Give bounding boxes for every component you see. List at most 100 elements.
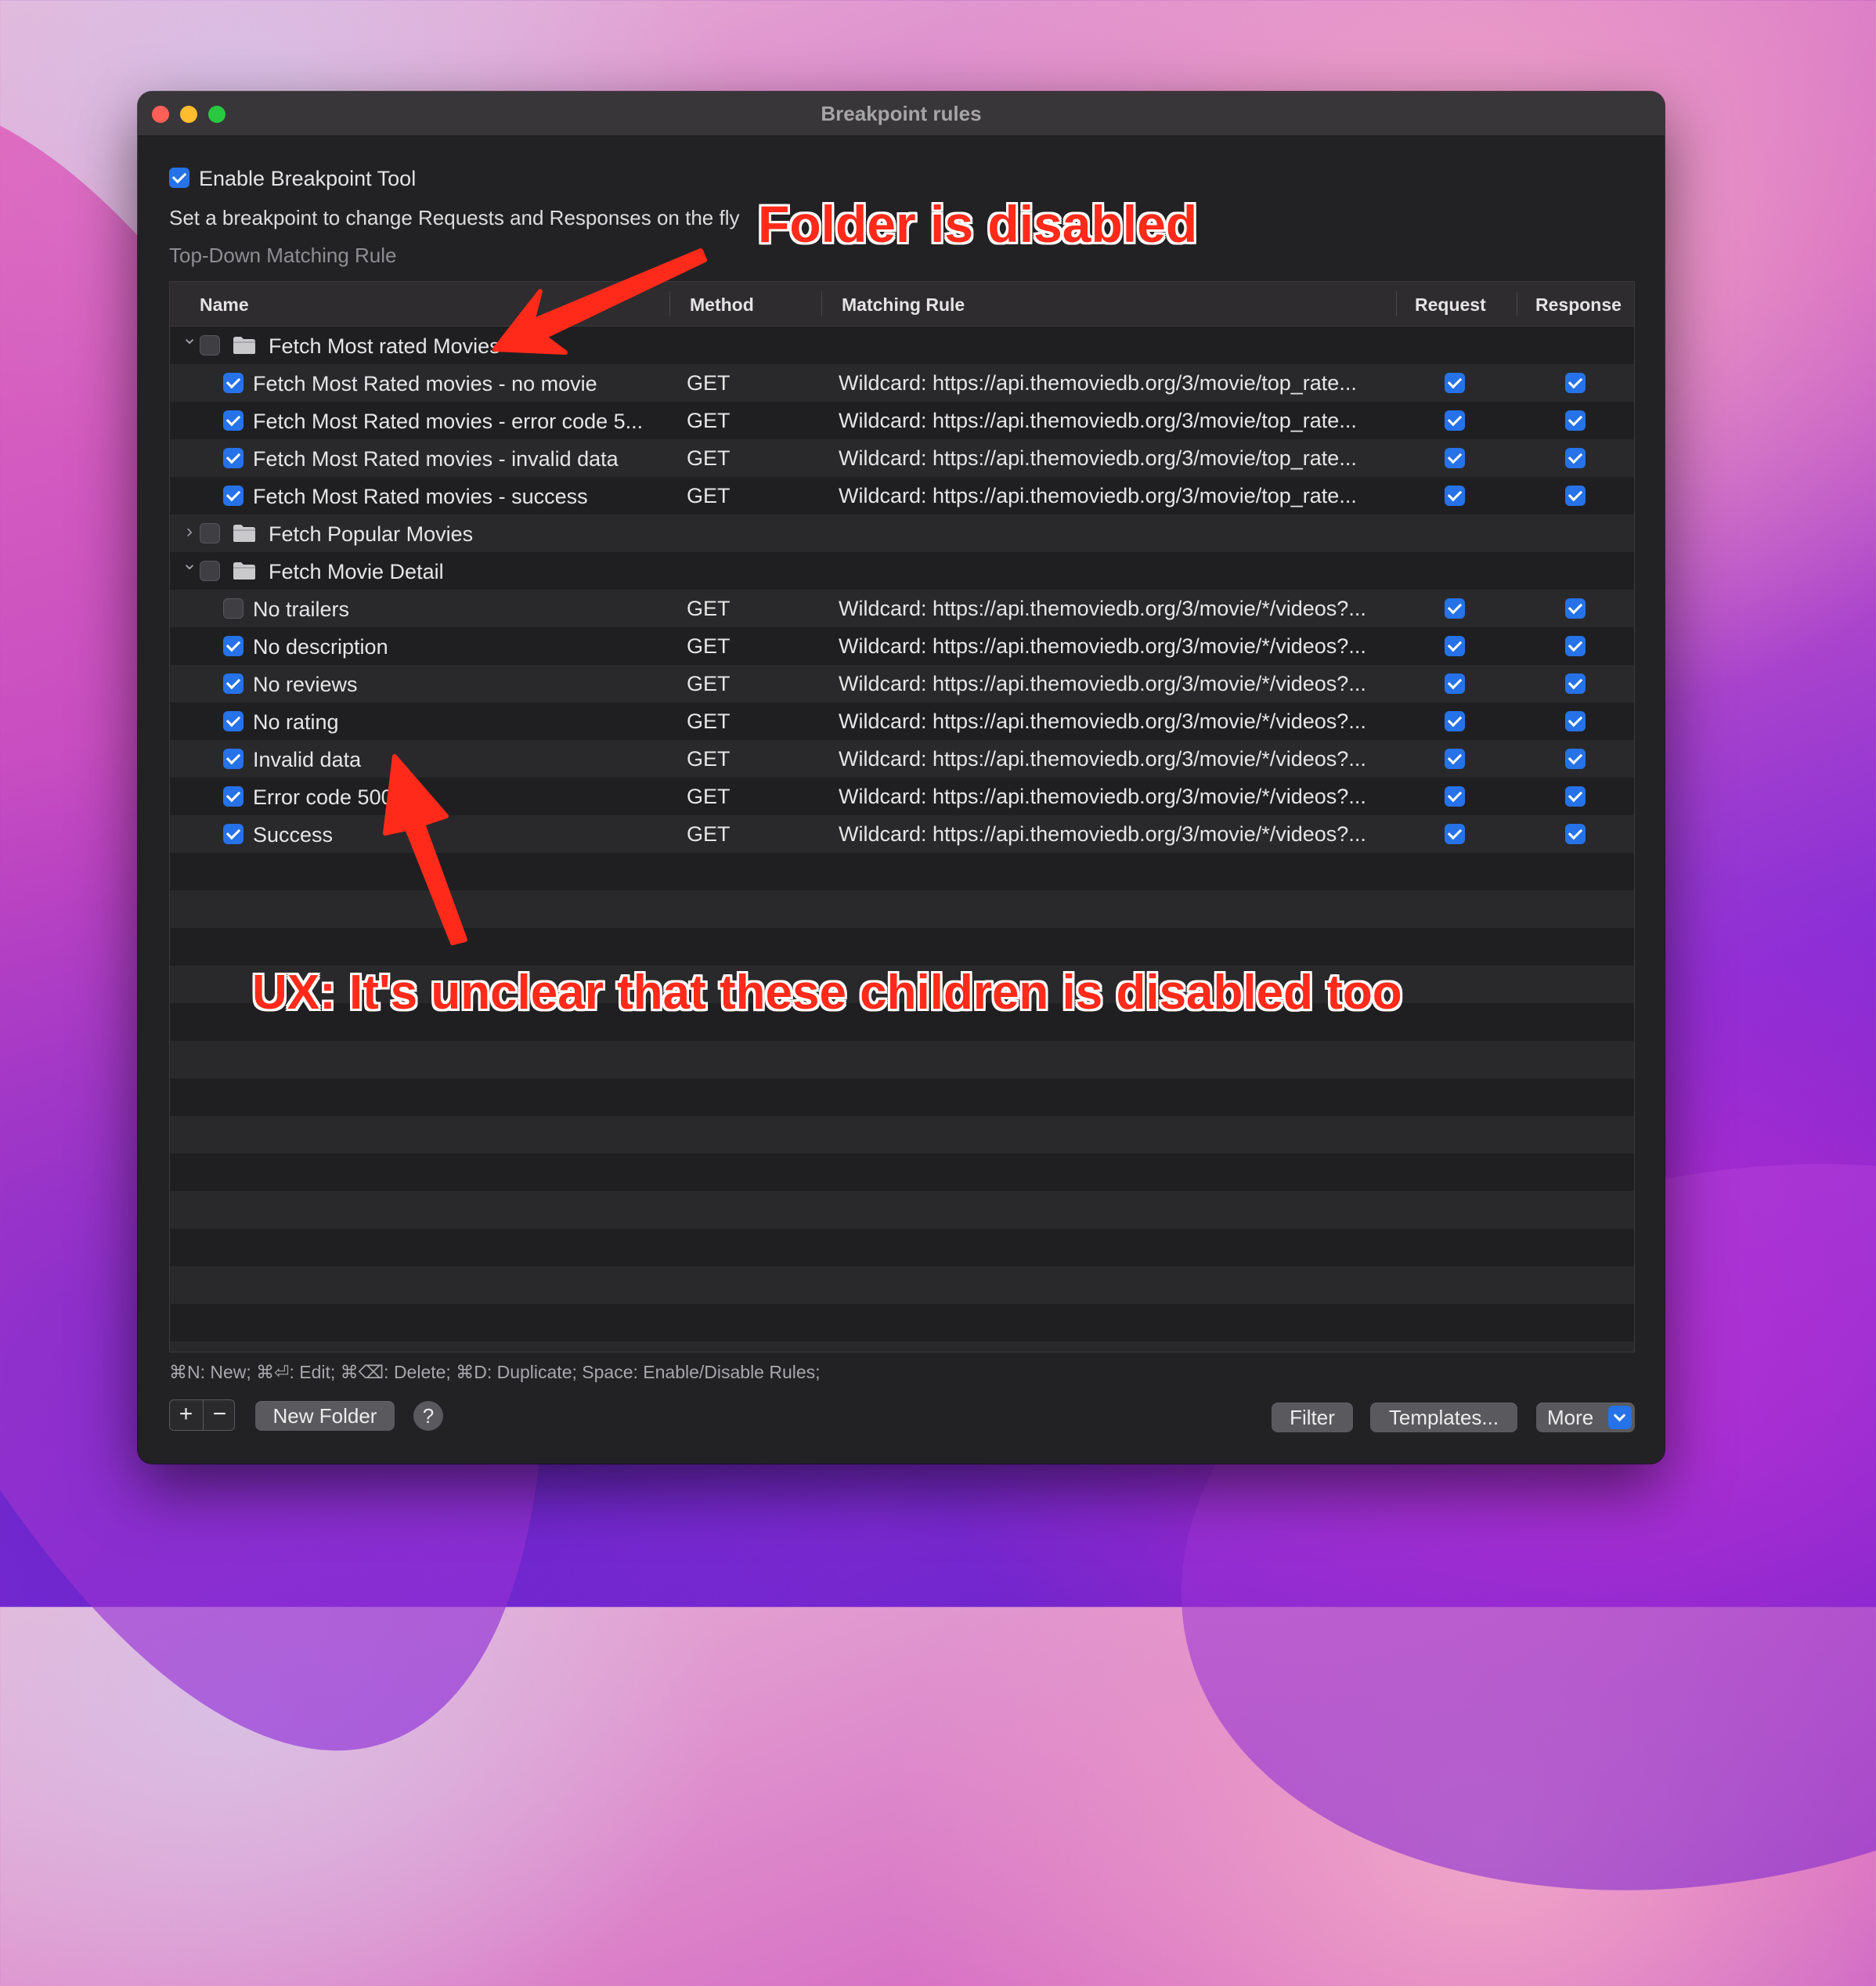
request-checkbox[interactable]: [1445, 749, 1465, 769]
request-checkbox[interactable]: [1445, 373, 1465, 393]
request-checkbox[interactable]: [1445, 410, 1465, 431]
folder-enable-checkbox[interactable]: [200, 335, 220, 356]
rule-enable-checkbox[interactable]: [223, 486, 244, 506]
rule-matching-pattern: Wildcard: https://api.themoviedb.org/3/m…: [839, 747, 1366, 771]
rule-name: Fetch Most Rated movies - no movie: [253, 372, 597, 395]
response-checkbox[interactable]: [1565, 824, 1586, 844]
rule-enable-checkbox[interactable]: [223, 636, 244, 656]
enable-breakpoint-label: Enable Breakpoint Tool: [199, 167, 417, 190]
response-checkbox[interactable]: [1565, 749, 1586, 769]
more-dropdown-button[interactable]: More: [1536, 1403, 1635, 1432]
rule-enable-checkbox[interactable]: [223, 824, 244, 844]
request-checkbox[interactable]: [1445, 598, 1465, 619]
folder-name: Fetch Movie Detail: [269, 560, 444, 583]
new-folder-button[interactable]: New Folder: [255, 1401, 395, 1431]
folder-row[interactable]: › Fetch Popular Movies: [170, 515, 1634, 552]
folder-enable-checkbox[interactable]: [200, 523, 220, 543]
table-row[interactable]: No description GET Wildcard: https://api.t…: [170, 627, 1634, 665]
request-checkbox[interactable]: [1445, 486, 1465, 506]
rule-name: No description: [253, 635, 388, 659]
rule-enable-checkbox[interactable]: [223, 711, 244, 731]
empty-row: [170, 1041, 1634, 1078]
response-checkbox[interactable]: [1565, 636, 1586, 656]
rule-method: GET: [687, 371, 731, 395]
column-divider[interactable]: [1396, 291, 1397, 316]
rule-method: GET: [687, 446, 731, 470]
table-row[interactable]: Fetch Most Rated movies - no movie GET Wil…: [170, 364, 1634, 402]
window-title: Breakpoint rules: [821, 102, 982, 125]
more-button-label: More: [1547, 1406, 1594, 1429]
breakpoint-rules-window: Breakpoint rules Enable Breakpoint Tool …: [138, 92, 1665, 1464]
chevron-right-icon[interactable]: ›: [181, 522, 198, 541]
response-checkbox[interactable]: [1565, 711, 1586, 731]
empty-row: [170, 1341, 1634, 1352]
column-divider[interactable]: [669, 291, 670, 316]
request-checkbox[interactable]: [1445, 711, 1465, 731]
rule-method: GET: [687, 710, 731, 733]
enable-breakpoint-toggle[interactable]: Enable Breakpoint Tool: [169, 167, 416, 191]
add-rule-button[interactable]: +: [170, 1400, 202, 1430]
rule-name: Invalid data: [253, 748, 362, 771]
folder-row[interactable]: ⌄ Fetch Movie Detail: [170, 552, 1634, 590]
rule-enable-checkbox[interactable]: [223, 786, 244, 807]
rule-enable-checkbox[interactable]: [223, 448, 244, 468]
response-checkbox[interactable]: [1565, 598, 1586, 619]
table-row[interactable]: No rating GET Wildcard: https://api.themov…: [170, 702, 1634, 740]
table-row[interactable]: Fetch Most Rated movies - invalid data GE…: [170, 439, 1634, 477]
add-remove-control: + −: [169, 1399, 235, 1431]
response-checkbox[interactable]: [1565, 486, 1586, 506]
column-header-request[interactable]: Request: [1415, 294, 1486, 316]
response-checkbox[interactable]: [1565, 410, 1586, 431]
column-header-name[interactable]: Name: [200, 294, 249, 316]
column-divider[interactable]: [821, 291, 822, 316]
rule-method: GET: [687, 597, 731, 620]
annotation-children-unclear: UX: It's unclear that these children is …: [252, 966, 1402, 1020]
empty-row: [170, 1116, 1634, 1154]
table-row[interactable]: Success GET Wildcard: https://api.themovie…: [170, 815, 1634, 853]
rule-enable-checkbox[interactable]: [223, 749, 244, 769]
empty-row: [170, 1229, 1634, 1266]
help-button[interactable]: ?: [413, 1401, 443, 1431]
description-text: Set a breakpoint to change Requests and …: [169, 206, 740, 229]
rule-method: GET: [687, 409, 731, 432]
templates-button[interactable]: Templates...: [1370, 1403, 1517, 1432]
request-checkbox[interactable]: [1445, 636, 1465, 656]
matching-rule-subtitle: Top-Down Matching Rule: [169, 244, 397, 267]
request-checkbox[interactable]: [1445, 786, 1465, 807]
column-header-matching-rule[interactable]: Matching Rule: [842, 294, 965, 316]
table-row[interactable]: Fetch Most Rated movies - success GET Wild…: [170, 477, 1634, 515]
response-checkbox[interactable]: [1565, 673, 1586, 694]
chevron-down-icon[interactable]: ⌄: [181, 329, 198, 348]
request-checkbox[interactable]: [1445, 448, 1465, 468]
keyboard-shortcuts-hint: ⌘N: New; ⌘⏎: Edit; ⌘⌫: Delete; ⌘D: Dupli…: [169, 1362, 821, 1382]
checkbox-icon[interactable]: [169, 168, 189, 189]
response-checkbox[interactable]: [1565, 448, 1586, 468]
table-row[interactable]: No reviews GET Wildcard: https://api.themo…: [170, 665, 1634, 702]
rule-enable-checkbox[interactable]: [223, 373, 244, 393]
rule-enable-checkbox[interactable]: [223, 673, 244, 694]
rule-matching-pattern: Wildcard: https://api.themoviedb.org/3/m…: [839, 597, 1366, 620]
table-row[interactable]: Invalid data GET Wildcard: https://api.the…: [170, 740, 1634, 778]
response-checkbox[interactable]: [1565, 786, 1586, 807]
remove-rule-button[interactable]: −: [203, 1400, 236, 1430]
table-row[interactable]: Error code 500 GET Wildcard: https://api.t…: [170, 778, 1634, 815]
request-checkbox[interactable]: [1445, 673, 1465, 694]
filter-button[interactable]: Filter: [1272, 1403, 1353, 1432]
table-row[interactable]: No trailers GET Wildcard: https://api.them…: [170, 590, 1634, 627]
request-checkbox[interactable]: [1445, 824, 1465, 844]
chevron-down-icon[interactable]: ⌄: [181, 554, 198, 573]
folder-enable-checkbox[interactable]: [200, 561, 220, 581]
folder-name: Fetch Most rated Movies: [269, 334, 500, 358]
folder-icon: [233, 561, 256, 580]
column-header-response[interactable]: Response: [1535, 294, 1622, 316]
folder-row[interactable]: ⌄ Fetch Most rated Movies: [170, 327, 1634, 364]
empty-row: [170, 853, 1634, 890]
response-checkbox[interactable]: [1565, 373, 1586, 393]
rule-matching-pattern: Wildcard: https://api.themoviedb.org/3/m…: [839, 785, 1366, 808]
rule-enable-checkbox[interactable]: [223, 410, 244, 431]
rule-enable-checkbox[interactable]: [223, 598, 244, 619]
rule-matching-pattern: Wildcard: https://api.themoviedb.org/3/m…: [839, 371, 1357, 395]
table-row[interactable]: Fetch Most Rated movies - error code 5..…: [170, 402, 1634, 439]
column-header-method[interactable]: Method: [690, 294, 754, 316]
empty-row: [170, 1078, 1634, 1116]
